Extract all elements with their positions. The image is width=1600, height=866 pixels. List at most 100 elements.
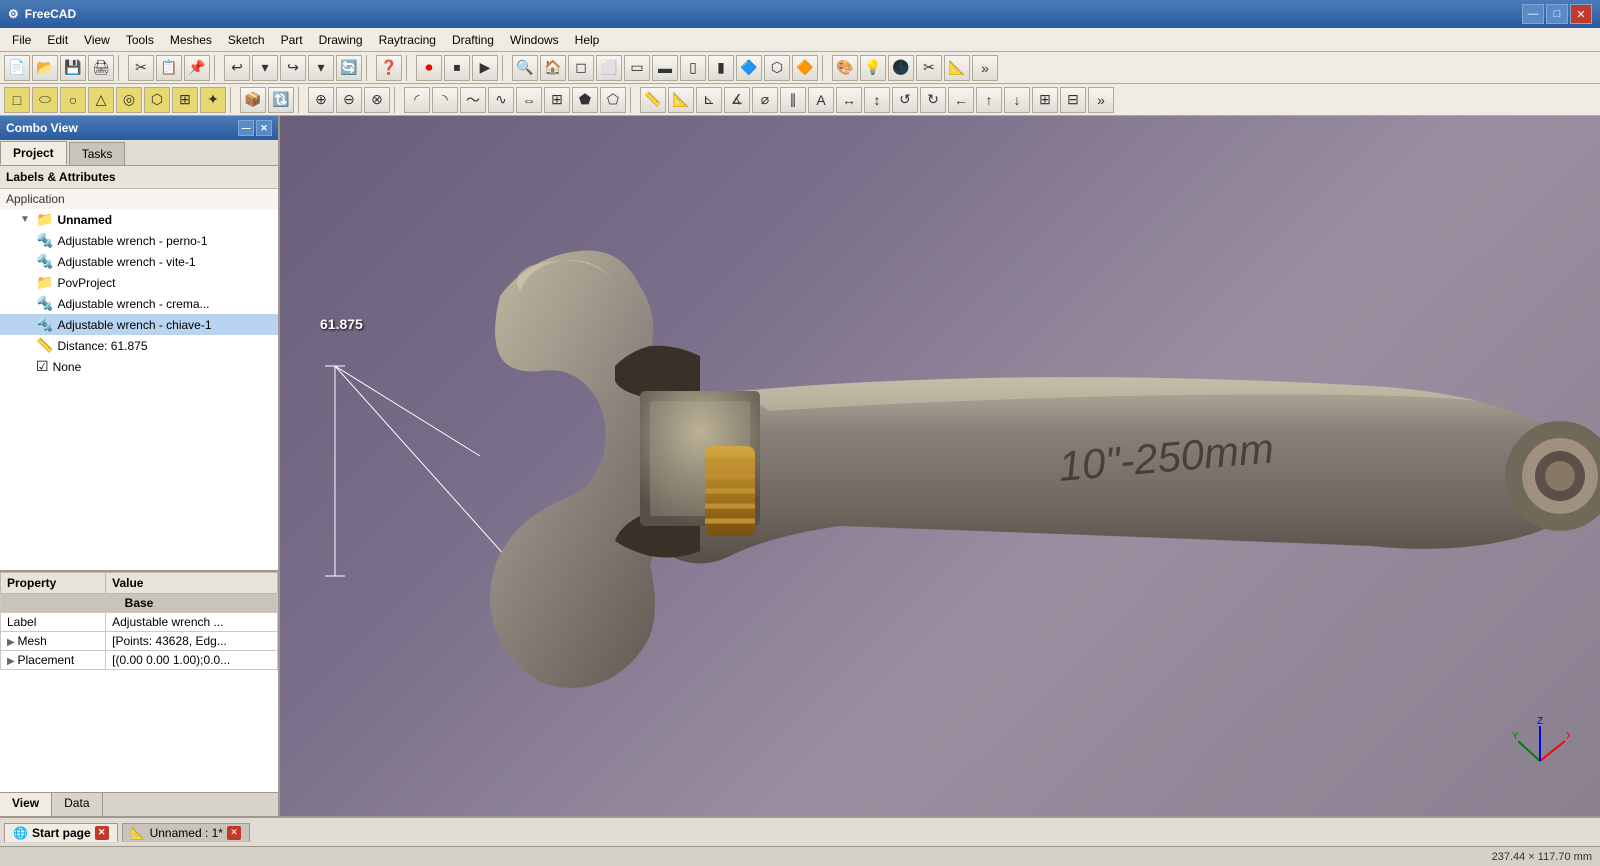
text-anno[interactable]: A (808, 87, 834, 113)
open-button[interactable]: 📂 (32, 55, 58, 81)
tab-tasks[interactable]: Tasks (69, 142, 126, 165)
tb-more[interactable]: » (972, 55, 998, 81)
refresh-button[interactable]: 🔄 (336, 55, 362, 81)
prop-placement-value[interactable]: [(0.00 0.00 1.00);0.0... (106, 651, 278, 670)
view-persp[interactable]: 🔶 (792, 55, 818, 81)
menu-edit[interactable]: Edit (39, 31, 76, 49)
print-button[interactable]: 🖨 (88, 55, 114, 81)
combo-header-controls[interactable]: — ✕ (238, 120, 272, 136)
tab-start-page[interactable]: 🌐 Start page ✕ (4, 823, 118, 842)
tube-primitive[interactable]: ⬡ (144, 87, 170, 113)
expand-unnamed[interactable]: ▼ (20, 214, 32, 225)
tab-project[interactable]: Project (0, 141, 67, 165)
tree-item-0[interactable]: 🔩 Adjustable wrench - perno-1 (0, 230, 278, 251)
tree-item-6[interactable]: ☑ None (0, 356, 278, 377)
new-button[interactable]: 📄 (4, 55, 30, 81)
move-down[interactable]: ↓ (1004, 87, 1030, 113)
chamfer[interactable]: ◝ (432, 87, 458, 113)
combo-minimize-button[interactable]: — (238, 120, 254, 136)
draw-style[interactable]: 🎨 (832, 55, 858, 81)
measure2[interactable]: 📏 (640, 87, 666, 113)
snap1[interactable]: ⊞ (1032, 87, 1058, 113)
lights[interactable]: 💡 (860, 55, 886, 81)
constraint2[interactable]: ∡ (724, 87, 750, 113)
shadow[interactable]: 🌑 (888, 55, 914, 81)
view-top[interactable]: ⬜ (596, 55, 622, 81)
prop-mesh-value[interactable]: [Points: 43628, Edg... (106, 632, 278, 651)
tree-item-3[interactable]: 🔩 Adjustable wrench - crema... (0, 293, 278, 314)
fillet[interactable]: ◜ (404, 87, 430, 113)
array[interactable]: ⊞ (544, 87, 570, 113)
prop-row-label[interactable]: Label Adjustable wrench ... (1, 613, 278, 632)
tree-item-2[interactable]: 📁 PovProject (0, 272, 278, 293)
view-left[interactable]: ▮ (708, 55, 734, 81)
view-right[interactable]: ▭ (624, 55, 650, 81)
unnamed-close[interactable]: ✕ (227, 826, 241, 840)
expand-mesh[interactable]: ▶ (7, 637, 17, 648)
sweep[interactable]: 〜 (460, 87, 486, 113)
menu-drafting[interactable]: Drafting (444, 31, 502, 49)
undo-button[interactable]: ↩ (224, 55, 250, 81)
move-up[interactable]: ↑ (976, 87, 1002, 113)
offset[interactable]: ⬟ (572, 87, 598, 113)
boolean-union[interactable]: ⊕ (308, 87, 334, 113)
prop-row-mesh[interactable]: ▶ Mesh [Points: 43628, Edg... (1, 632, 278, 651)
extrude[interactable]: 📦 (240, 87, 266, 113)
expand-placement[interactable]: ▶ (7, 656, 17, 667)
paste-button[interactable]: 📌 (184, 55, 210, 81)
tree-area[interactable]: Application ▼ 📁 Unnamed 🔩 Adjustable wre… (0, 189, 278, 572)
cut-button[interactable]: ✂ (128, 55, 154, 81)
mirror[interactable]: ⇔ (516, 87, 542, 113)
view-axo[interactable]: 🔷 (736, 55, 762, 81)
measure3[interactable]: 📐 (668, 87, 694, 113)
tab-view[interactable]: View (0, 793, 52, 816)
menu-meshes[interactable]: Meshes (162, 31, 220, 49)
rotate-right[interactable]: ↻ (920, 87, 946, 113)
macro-record[interactable]: ⏺ (416, 55, 442, 81)
macro-run[interactable]: ▶ (472, 55, 498, 81)
menu-help[interactable]: Help (567, 31, 608, 49)
viewport[interactable]: 61.875 (280, 116, 1600, 816)
redo-dropdown[interactable]: ▾ (308, 55, 334, 81)
boolean-intersect[interactable]: ⊗ (364, 87, 390, 113)
menu-tools[interactable]: Tools (118, 31, 162, 49)
maximize-button[interactable]: □ (1546, 4, 1568, 24)
snap2[interactable]: ⊟ (1060, 87, 1086, 113)
dim1[interactable]: ↔ (836, 87, 862, 113)
view-bottom[interactable]: ▯ (680, 55, 706, 81)
menu-drawing[interactable]: Drawing (311, 31, 371, 49)
menu-view[interactable]: View (76, 31, 118, 49)
torus-primitive[interactable]: ◎ (116, 87, 142, 113)
tab-data[interactable]: Data (52, 793, 102, 816)
titlebar-controls[interactable]: — □ ✕ (1522, 4, 1592, 24)
boolean-cut[interactable]: ⊖ (336, 87, 362, 113)
tb2-more[interactable]: » (1088, 87, 1114, 113)
tree-item-1[interactable]: 🔩 Adjustable wrench - vite-1 (0, 251, 278, 272)
save-button[interactable]: 💾 (60, 55, 86, 81)
rotate-left[interactable]: ↺ (892, 87, 918, 113)
fit-all[interactable]: 🔍 (512, 55, 538, 81)
copy-button[interactable]: 📋 (156, 55, 182, 81)
cylinder-primitive[interactable]: ⬭ (32, 87, 58, 113)
menu-part[interactable]: Part (273, 31, 311, 49)
sphere-primitive[interactable]: ○ (60, 87, 86, 113)
view-front[interactable]: ◻ (568, 55, 594, 81)
loft[interactable]: ∿ (488, 87, 514, 113)
view-ortho[interactable]: ⬡ (764, 55, 790, 81)
redo-button[interactable]: ↪ (280, 55, 306, 81)
more-primitives[interactable]: ⊞ (172, 87, 198, 113)
constraint4[interactable]: ∥ (780, 87, 806, 113)
close-button[interactable]: ✕ (1570, 4, 1592, 24)
dim2[interactable]: ↕ (864, 87, 890, 113)
view-rear[interactable]: ▬ (652, 55, 678, 81)
view-home[interactable]: 🏠 (540, 55, 566, 81)
cone-primitive[interactable]: △ (88, 87, 114, 113)
menu-file[interactable]: File (4, 31, 39, 49)
measure-linear[interactable]: 📐 (944, 55, 970, 81)
prop-label-value[interactable]: Adjustable wrench ... (106, 613, 278, 632)
undo-dropdown[interactable]: ▾ (252, 55, 278, 81)
move-left[interactable]: ← (948, 87, 974, 113)
revolve[interactable]: 🔃 (268, 87, 294, 113)
menu-raytracing[interactable]: Raytracing (371, 31, 444, 49)
menu-sketch[interactable]: Sketch (220, 31, 273, 49)
